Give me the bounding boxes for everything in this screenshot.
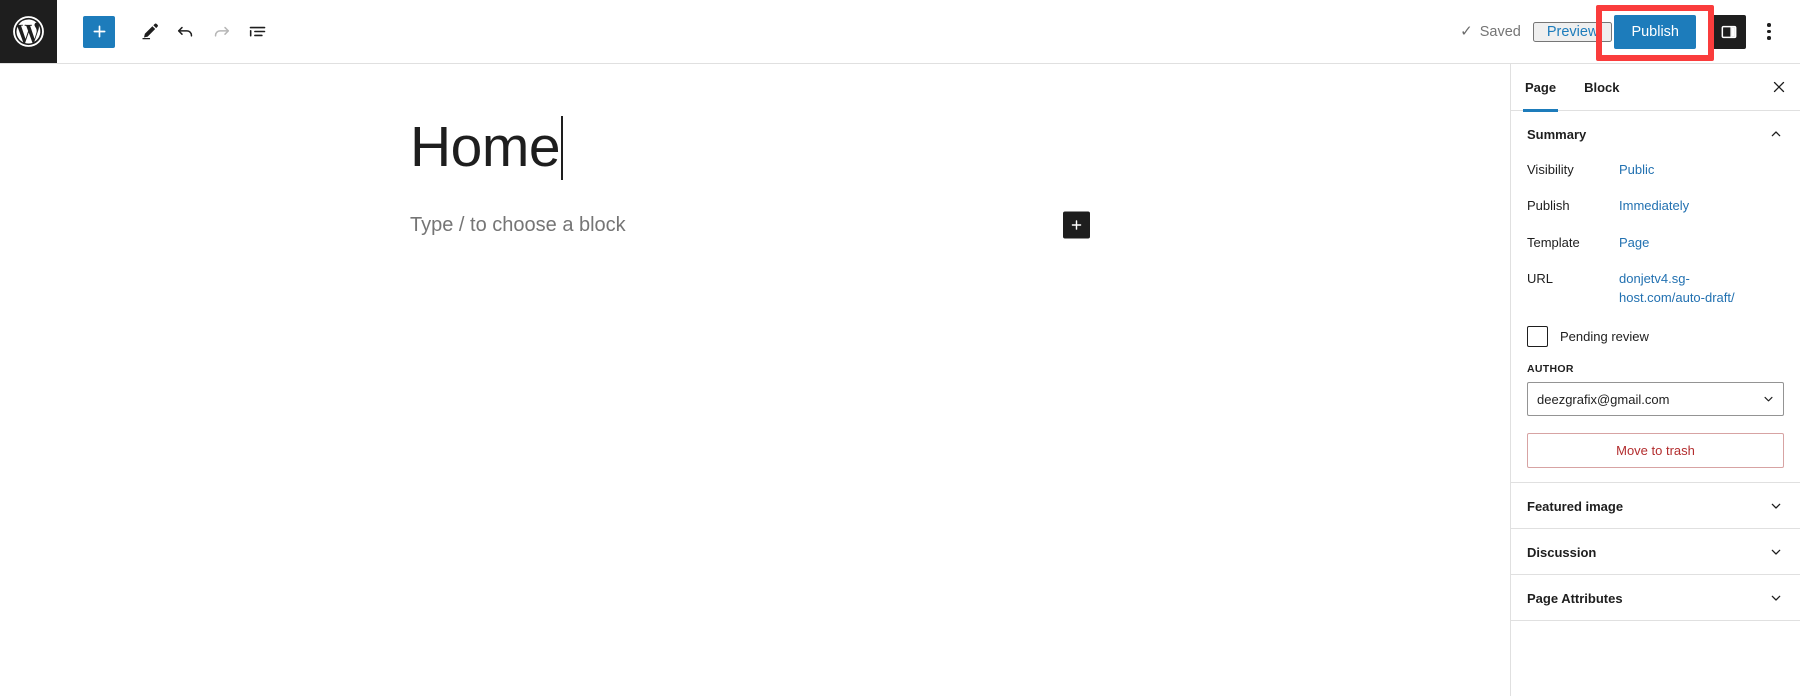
post-title-wrapper[interactable]: Home [410, 115, 1190, 180]
undo-button[interactable] [169, 16, 201, 48]
url-value-button[interactable]: donjetv4.sg-host.com/auto-draft/ [1619, 270, 1739, 307]
panel-featured-image-header[interactable]: Featured image [1511, 483, 1800, 528]
saved-label: Saved [1479, 23, 1521, 40]
editor-header: ✓ Saved Preview Publish [0, 0, 1800, 64]
tab-block[interactable]: Block [1570, 64, 1633, 111]
wordpress-logo-icon[interactable] [0, 0, 57, 63]
panel-summary: Summary Visibility Public Publish Immedi… [1511, 111, 1800, 484]
panel-discussion-header[interactable]: Discussion [1511, 529, 1800, 574]
move-to-trash-button[interactable]: Move to trash [1527, 433, 1784, 469]
wordpress-block-editor: ✓ Saved Preview Publish Home Type / to c… [0, 0, 1800, 696]
text-caret [561, 116, 563, 180]
template-value-button[interactable]: Page [1619, 234, 1649, 252]
settings-scroll-area[interactable]: Summary Visibility Public Publish Immedi… [1511, 111, 1800, 696]
post-title[interactable]: Home [410, 115, 561, 180]
panel-page-attributes: Page Attributes [1511, 575, 1800, 622]
save-status: ✓ Saved [1448, 24, 1533, 40]
panel-summary-header[interactable]: Summary [1511, 111, 1800, 156]
summary-row-visibility: Visibility Public [1527, 156, 1784, 192]
chevron-down-icon [1768, 498, 1784, 514]
redo-button[interactable] [205, 16, 237, 48]
panel-discussion: Discussion [1511, 529, 1800, 576]
pending-review-checkbox[interactable] [1527, 326, 1548, 348]
panel-page-attributes-header[interactable]: Page Attributes [1511, 575, 1800, 620]
document: Home Type / to choose a block [0, 64, 1510, 240]
block-placeholder-text[interactable]: Type / to choose a block [410, 210, 626, 240]
chevron-up-icon [1768, 126, 1784, 142]
header-toolbar [57, 0, 273, 63]
publish-button[interactable]: Publish [1614, 14, 1696, 49]
author-select[interactable]: deezgrafix@gmail.com [1527, 382, 1784, 417]
publish-date-value-button[interactable]: Immediately [1619, 197, 1689, 215]
header-actions: ✓ Saved Preview Publish [1448, 0, 1800, 63]
settings-sidebar-toggle-button[interactable] [1712, 14, 1746, 49]
editor-canvas[interactable]: Home Type / to choose a block [0, 64, 1510, 696]
panel-summary-body: Visibility Public Publish Immediately Te… [1511, 156, 1800, 482]
panel-featured-image-title: Featured image [1527, 498, 1624, 514]
template-label: Template [1527, 234, 1580, 250]
publish-button-wrapper: Publish [1596, 4, 1714, 61]
chevron-down-icon [1768, 590, 1784, 606]
summary-row-url: URL donjetv4.sg-host.com/auto-draft/ [1527, 265, 1784, 320]
visibility-label: Visibility [1527, 162, 1574, 177]
chevron-down-icon [1768, 544, 1784, 560]
empty-block-row[interactable]: Type / to choose a block [410, 210, 1090, 240]
pending-review-label[interactable]: Pending review [1560, 329, 1649, 344]
tools-mode-button[interactable] [133, 16, 165, 48]
options-menu-button[interactable] [1752, 15, 1786, 49]
pending-review-row: Pending review [1527, 320, 1784, 363]
check-icon: ✓ [1460, 23, 1473, 40]
inline-block-inserter-button[interactable] [1063, 211, 1090, 239]
summary-row-publish: Publish Immediately [1527, 192, 1784, 228]
author-field-label: AUTHOR [1527, 363, 1574, 376]
url-label: URL [1527, 271, 1554, 287]
summary-row-template: Template Page [1527, 229, 1784, 265]
settings-tablist: Page Block [1511, 64, 1800, 112]
panel-discussion-title: Discussion [1527, 544, 1597, 560]
panel-page-attributes-title: Page Attributes [1527, 590, 1623, 606]
author-select-wrapper: deezgrafix@gmail.com [1527, 382, 1784, 417]
publish-date-label: Publish [1527, 198, 1570, 214]
more-vertical-icon [1767, 23, 1771, 40]
panel-featured-image: Featured image [1511, 483, 1800, 530]
preview-button[interactable]: Preview [1532, 21, 1613, 42]
close-icon[interactable] [1762, 70, 1796, 104]
document-inner: Home Type / to choose a block [410, 115, 1190, 240]
settings-sidebar: Page Block Summary Visibility Public Pub… [1510, 64, 1800, 696]
tab-page[interactable]: Page [1511, 64, 1570, 112]
add-block-button[interactable] [83, 15, 115, 48]
visibility-value-button[interactable]: Public [1619, 161, 1654, 179]
panel-summary-title: Summary [1527, 126, 1587, 142]
list-view-button[interactable] [241, 16, 273, 48]
